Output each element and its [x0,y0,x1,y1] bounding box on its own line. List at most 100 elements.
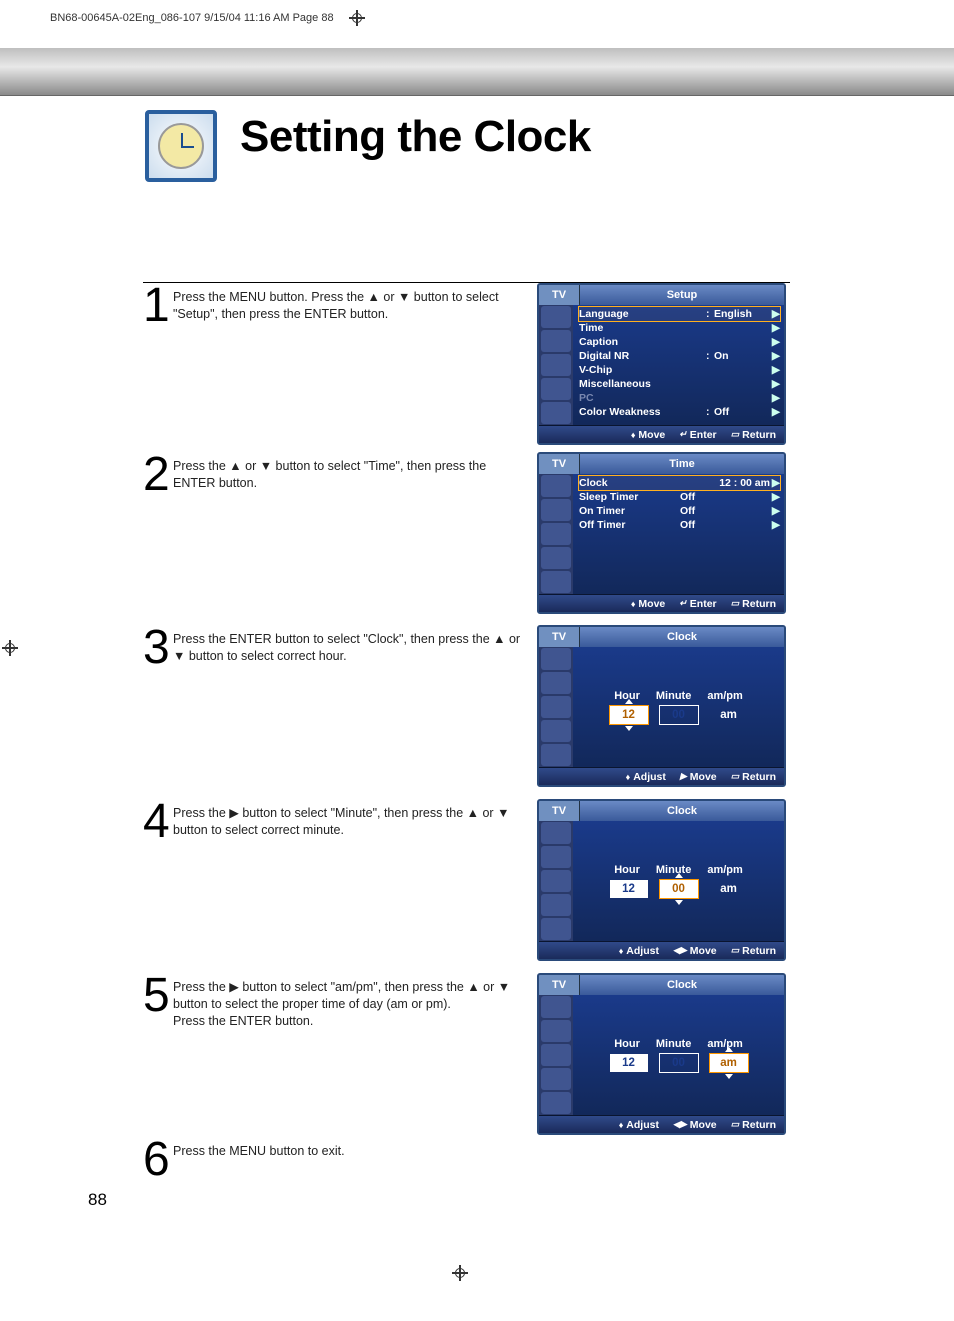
osd-row-clock[interactable]: Clock 12 : 00 am▶ [579,476,780,490]
menu-icon [541,744,571,766]
osd-time: TV Time Clock 12 : 00 am▶ [537,452,786,614]
minute-field[interactable]: 00 [660,880,698,898]
minute-field[interactable]: 00 [660,706,698,724]
ampm-field[interactable]: am [710,880,748,898]
step-4: 4 Press the ▶ button to select "Minute",… [143,799,790,973]
menu-icon [541,306,571,328]
steps-container: 1 Press the MENU button. Press the ▲ or … [143,283,790,1179]
menu-icon [541,378,571,400]
step-text: Press the ▶ button to select "am/pm", th… [173,973,537,1137]
registration-mark-icon [452,1265,468,1281]
clock-panel: Hour Minute am/pm 12 00 am [573,821,784,941]
menu-icon [541,547,571,569]
step-text: Press the ▶ button to select "Minute", t… [173,799,537,973]
osd-footer: ♦Move ↵Enter ▭Return [539,594,784,612]
osd-row-misc[interactable]: Miscellaneous▶ [579,377,780,391]
osd-row-time[interactable]: Time▶ [579,321,780,335]
osd-row-language[interactable]: Language: English▶ [579,307,780,321]
osd-footer: ♦Adjust ◀▶Move ▭Return [539,941,784,959]
menu-icon [541,822,571,844]
osd-row-on-timer[interactable]: On Timer Off▶ [579,504,780,518]
step-1: 1 Press the MENU button. Press the ▲ or … [143,283,790,452]
print-header-text: BN68-00645A-02Eng_086-107 9/15/04 11:16 … [50,12,334,24]
hour-field[interactable]: 12 [610,880,648,898]
ampm-label: am/pm [707,864,742,876]
menu-icon [541,996,571,1018]
menu-icon [541,672,571,694]
header-banner [0,48,954,96]
menu-icon [541,1020,571,1042]
osd-footer: ♦Adjust ▶Move ▭Return [539,767,784,785]
osd-row-digital-nr[interactable]: Digital NR: On▶ [579,349,780,363]
osd-row-off-timer[interactable]: Off Timer Off▶ [579,518,780,532]
menu-icon [541,1044,571,1066]
osd-icon-column [539,305,573,425]
osd-list: Clock 12 : 00 am▶ Sleep Timer Off▶ On Ti… [573,474,784,594]
osd-row-sleep-timer[interactable]: Sleep Timer Off▶ [579,490,780,504]
osd-title: Setup [579,285,784,305]
menu-icon [541,330,571,352]
clock-icon [145,110,217,182]
page-title: Setting the Clock [240,112,591,162]
menu-icon [541,499,571,521]
osd-icon-column [539,821,573,941]
osd-list: Language: English▶ Time▶ Caption▶ Digita… [573,305,784,425]
hour-field[interactable]: 12 [610,1054,648,1072]
osd-clock-hour: TV Clock Hour Minute [537,625,786,787]
osd-footer: ♦Adjust ◀▶Move ▭Return [539,1115,784,1133]
osd-icon-column [539,474,573,594]
menu-icon [541,870,571,892]
minute-field[interactable]: 00 [660,1054,698,1072]
osd-row-caption[interactable]: Caption▶ [579,335,780,349]
menu-icon [541,894,571,916]
step-text: Press the MENU button to exit. [173,1137,537,1179]
hour-field[interactable]: 12 [610,706,648,724]
ampm-field[interactable]: am [710,1054,748,1072]
step-3: 3 Press the ENTER button to select "Cloc… [143,625,790,799]
menu-icon [541,846,571,868]
page-number: 88 [88,1190,107,1210]
clock-panel: Hour Minute am/pm 12 00 am [573,647,784,767]
step-text: Press the MENU button. Press the ▲ or ▼ … [173,283,537,452]
osd-tab-tv: TV [539,454,579,474]
print-header: BN68-00645A-02Eng_086-107 9/15/04 11:16 … [50,10,365,26]
osd-tab-tv: TV [539,975,579,995]
step-text: Press the ENTER button to select "Clock"… [173,625,537,799]
step-2: 2 Press the ▲ or ▼ button to select "Tim… [143,452,790,625]
menu-icon [541,475,571,497]
menu-icon [541,918,571,940]
menu-icon [541,720,571,742]
hour-label: Hour [614,1038,640,1050]
minute-label: Minute [656,690,691,702]
step-number: 4 [143,799,173,973]
osd-setup: TV Setup Language: English▶ [537,283,786,445]
clock-panel: Hour Minute am/pm 12 00 am [573,995,784,1115]
osd-icon-column [539,647,573,767]
osd-clock-minute: TV Clock Hour Minute [537,799,786,961]
step-number: 6 [143,1137,173,1179]
ampm-field[interactable]: am [710,706,748,724]
osd-footer: ♦Move ↵Enter ▭Return [539,425,784,443]
step-number: 3 [143,625,173,799]
osd-tab-tv: TV [539,801,579,821]
menu-icon [541,648,571,670]
minute-label: Minute [656,1038,691,1050]
menu-icon [541,696,571,718]
step-text: Press the ▲ or ▼ button to select "Time"… [173,452,537,625]
step-5: 5 Press the ▶ button to select "am/pm", … [143,973,790,1137]
registration-mark-icon [349,10,365,26]
registration-mark-icon [2,640,18,656]
osd-title: Time [579,454,784,474]
osd-title: Clock [579,627,784,647]
menu-icon [541,402,571,424]
osd-row-vchip[interactable]: V-Chip▶ [579,363,780,377]
menu-icon [541,1068,571,1090]
ampm-label: am/pm [707,690,742,702]
menu-icon [541,571,571,593]
osd-title: Clock [579,975,784,995]
osd-row-pc: PC▶ [579,391,780,405]
step-number: 2 [143,452,173,625]
osd-row-color-weakness[interactable]: Color Weakness: Off▶ [579,405,780,419]
osd-icon-column [539,995,573,1115]
osd-title: Clock [579,801,784,821]
